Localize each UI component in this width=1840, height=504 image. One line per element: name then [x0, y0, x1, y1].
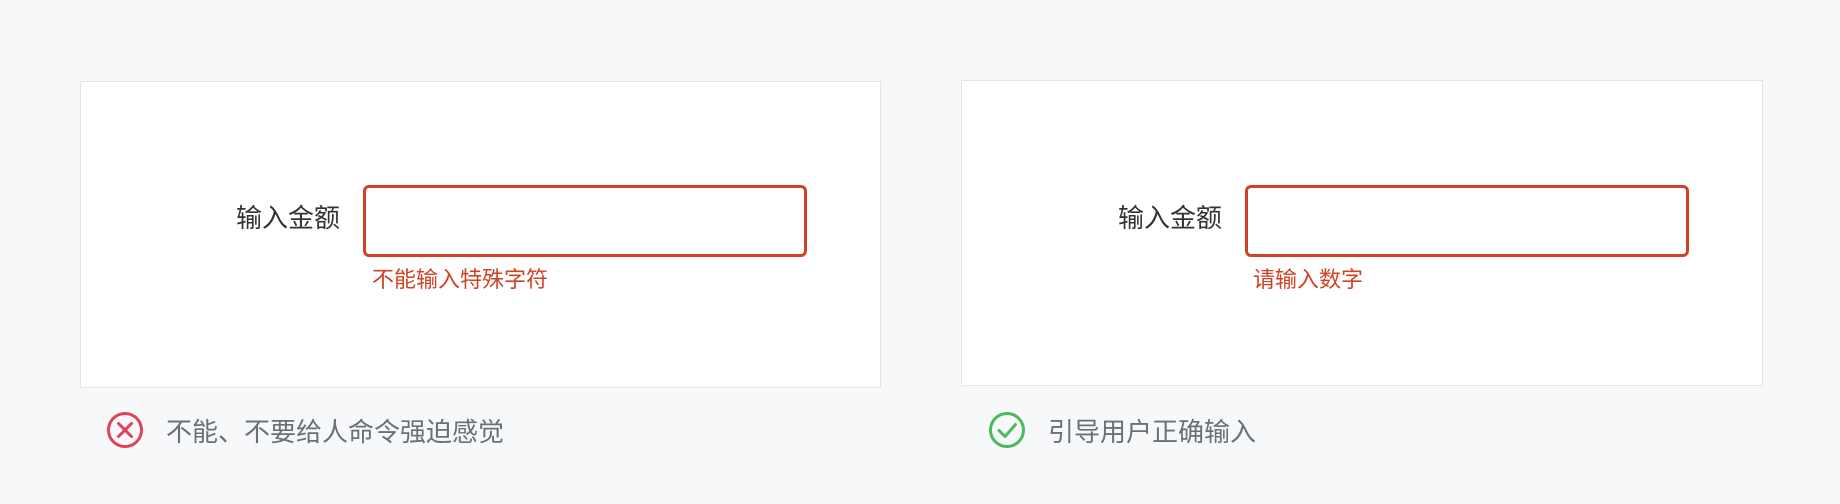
error-message: 不能输入特殊字符 [372, 268, 549, 293]
bad-example-caption: 不能、不要给人命令强迫感觉 [106, 410, 504, 450]
caption-text: 不能、不要给人命令强迫感觉 [166, 417, 505, 448]
check-circle-icon [989, 412, 1025, 448]
good-example-panel: 输入金额 请输入数字 [961, 80, 1763, 386]
error-message: 请输入数字 [1253, 268, 1364, 293]
amount-input[interactable] [1245, 185, 1689, 257]
x-circle-icon [107, 412, 143, 448]
bad-example-panel: 输入金额 不能输入特殊字符 [80, 81, 881, 388]
amount-field-label: 输入金额 [236, 204, 341, 234]
amount-input[interactable] [363, 185, 807, 257]
amount-field-label: 输入金额 [1118, 204, 1223, 234]
good-example-caption: 引导用户正确输入 [988, 410, 1256, 450]
caption-text: 引导用户正确输入 [1048, 417, 1257, 448]
